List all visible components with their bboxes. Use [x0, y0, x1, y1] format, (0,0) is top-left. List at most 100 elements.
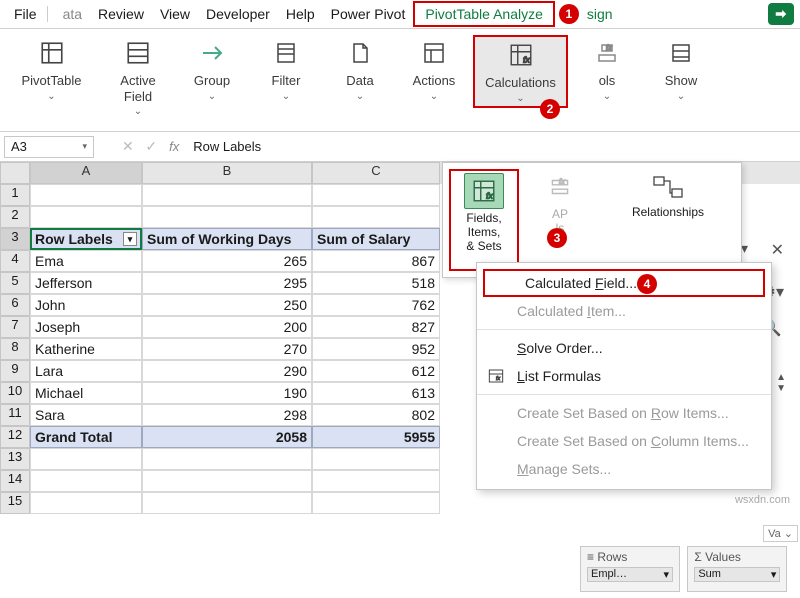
- tab-file[interactable]: File: [6, 3, 45, 25]
- formula-value[interactable]: Row Labels: [187, 139, 267, 154]
- row-header[interactable]: 12: [0, 426, 30, 448]
- row-header[interactable]: 1: [0, 184, 30, 206]
- row-header[interactable]: 2: [0, 206, 30, 228]
- ribbon-group[interactable]: Group ⌄: [177, 35, 247, 104]
- tab-powerpivot[interactable]: Power Pivot: [323, 3, 414, 25]
- cell[interactable]: [30, 470, 142, 492]
- ribbon-show[interactable]: Show ⌄: [646, 35, 716, 104]
- pivot-header-salary[interactable]: Sum of Salary: [312, 228, 440, 250]
- cell-name[interactable]: Sara: [30, 404, 142, 426]
- grand-total-working[interactable]: 2058: [142, 426, 312, 448]
- col-header-c[interactable]: C: [312, 162, 440, 184]
- row-header[interactable]: 13: [0, 448, 30, 470]
- cell-working[interactable]: 270: [142, 338, 312, 360]
- cell-name[interactable]: John: [30, 294, 142, 316]
- ribbon-calculations[interactable]: fx Calculations ⌄: [473, 35, 568, 108]
- enter-icon[interactable]: ✓: [141, 138, 161, 154]
- cell-working[interactable]: 290: [142, 360, 312, 382]
- relationships[interactable]: Relationships: [601, 169, 735, 271]
- cell[interactable]: [312, 470, 440, 492]
- cell[interactable]: [312, 206, 440, 228]
- cell-name[interactable]: Michael: [30, 382, 142, 404]
- cell[interactable]: [312, 492, 440, 514]
- rows-area[interactable]: ≡ Rows Empl…▾: [580, 546, 680, 592]
- cell-salary[interactable]: 802: [312, 404, 440, 426]
- row-header[interactable]: 4: [0, 250, 30, 272]
- cell[interactable]: [30, 492, 142, 514]
- cell[interactable]: [142, 448, 312, 470]
- row-header[interactable]: 8: [0, 338, 30, 360]
- row-header[interactable]: 6: [0, 294, 30, 316]
- cell-working[interactable]: 295: [142, 272, 312, 294]
- cell[interactable]: [30, 184, 142, 206]
- cell-working[interactable]: 250: [142, 294, 312, 316]
- cell-salary[interactable]: 612: [312, 360, 440, 382]
- select-all-corner[interactable]: [0, 162, 30, 184]
- fx-icon[interactable]: fx: [161, 139, 187, 154]
- values-field-item[interactable]: Sum▾: [694, 567, 780, 582]
- menu-list-formulas[interactable]: fx List Formulas: [477, 362, 771, 390]
- row-header[interactable]: 9: [0, 360, 30, 382]
- collapse-panel-icon[interactable]: ▾: [741, 240, 748, 257]
- cell-working[interactable]: 265: [142, 250, 312, 272]
- ribbon-data[interactable]: Data ⌄: [325, 35, 395, 104]
- col-header-a[interactable]: A: [30, 162, 142, 184]
- ribbon-actions[interactable]: Actions ⌄: [399, 35, 469, 104]
- menu-calculated-field[interactable]: Calculated Field...: [483, 269, 765, 297]
- cell-salary[interactable]: 867: [312, 250, 440, 272]
- values-area[interactable]: Σ Values Sum▾: [687, 546, 787, 592]
- cell-salary[interactable]: 827: [312, 316, 440, 338]
- cell[interactable]: [30, 206, 142, 228]
- cell-name[interactable]: Ema: [30, 250, 142, 272]
- tab-design-partial[interactable]: sign: [579, 3, 621, 25]
- tab-data-partial[interactable]: ata: [55, 3, 90, 25]
- cell[interactable]: [30, 448, 142, 470]
- rows-field-item[interactable]: Empl…▾: [587, 567, 673, 582]
- cell-salary[interactable]: 518: [312, 272, 440, 294]
- row-header[interactable]: 14: [0, 470, 30, 492]
- ribbon-active-field[interactable]: Active Field ⌄: [103, 35, 173, 119]
- cell-salary[interactable]: 613: [312, 382, 440, 404]
- cell-name[interactable]: Jefferson: [30, 272, 142, 294]
- grand-total-salary[interactable]: 5955: [312, 426, 440, 448]
- grand-total-label[interactable]: Grand Total: [30, 426, 142, 448]
- filter-dropdown-icon[interactable]: ▾: [123, 232, 137, 246]
- row-header[interactable]: 15: [0, 492, 30, 514]
- cancel-icon[interactable]: ✕: [118, 138, 138, 154]
- cell-salary[interactable]: 762: [312, 294, 440, 316]
- cell-working[interactable]: 200: [142, 316, 312, 338]
- col-header-b[interactable]: B: [142, 162, 312, 184]
- tab-review[interactable]: Review: [90, 3, 152, 25]
- cell-name[interactable]: Katherine: [30, 338, 142, 360]
- pivot-header-working[interactable]: Sum of Working Days: [142, 228, 312, 250]
- cell[interactable]: [142, 492, 312, 514]
- row-header[interactable]: 10: [0, 382, 30, 404]
- cell[interactable]: [142, 470, 312, 492]
- ribbon-tools[interactable]: fx ols ⌄: [572, 35, 642, 104]
- pivot-header-rowlabels[interactable]: Row Labels ▾: [30, 228, 142, 250]
- row-header[interactable]: 3: [0, 228, 30, 250]
- tab-pivottable-analyze[interactable]: PivotTable Analyze: [413, 1, 555, 27]
- ribbon-filter[interactable]: Filter ⌄: [251, 35, 321, 104]
- cell[interactable]: [312, 184, 440, 206]
- cell-working[interactable]: 190: [142, 382, 312, 404]
- ribbon-pivottable[interactable]: PivotTable ⌄: [4, 35, 99, 104]
- cell-name[interactable]: Joseph: [30, 316, 142, 338]
- cell[interactable]: [142, 206, 312, 228]
- row-header[interactable]: 11: [0, 404, 30, 426]
- tab-view[interactable]: View: [152, 3, 198, 25]
- values-dropdown-partial[interactable]: Va ⌄: [763, 525, 798, 542]
- share-button[interactable]: [768, 3, 794, 25]
- cell-working[interactable]: 298: [142, 404, 312, 426]
- cell-salary[interactable]: 952: [312, 338, 440, 360]
- fields-items-sets[interactable]: fx Fields, Items, & Sets ⌄: [449, 169, 519, 271]
- close-panel-icon[interactable]: ✕: [771, 240, 784, 260]
- tab-help[interactable]: Help: [278, 3, 323, 25]
- row-header[interactable]: 5: [0, 272, 30, 294]
- row-header[interactable]: 7: [0, 316, 30, 338]
- cell[interactable]: [312, 448, 440, 470]
- menu-solve-order[interactable]: Solve Order...: [477, 334, 771, 362]
- name-box[interactable]: A3 ▾: [4, 136, 94, 158]
- spinner[interactable]: ▲▼: [776, 372, 786, 394]
- cell-name[interactable]: Lara: [30, 360, 142, 382]
